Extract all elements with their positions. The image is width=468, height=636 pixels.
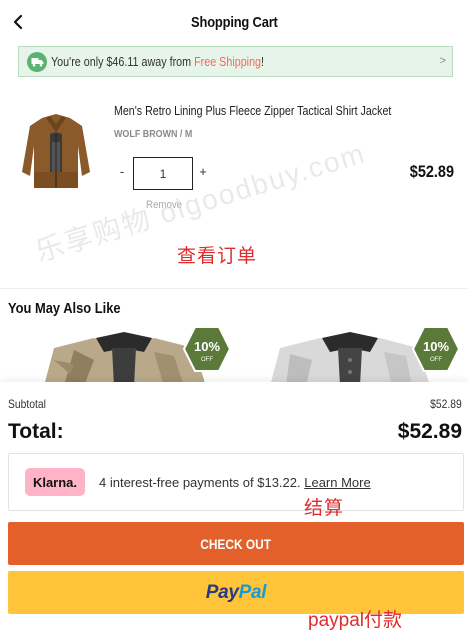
discount-badge: 10% OFF: [411, 326, 461, 372]
shipping-message-suffix: !: [261, 54, 265, 69]
checkout-button[interactable]: CHECK OUT: [8, 522, 464, 565]
paypal-logo-pay: Pay: [205, 581, 239, 603]
chevron-right-icon: >: [439, 55, 446, 67]
klarna-logo: Klarna.: [25, 468, 85, 496]
discount-badge-off: OFF: [430, 357, 442, 363]
recommendations-title: You May Also Like: [8, 300, 121, 317]
total-value: $52.89: [397, 420, 462, 443]
total-label: Total:: [8, 420, 64, 443]
subtotal-label: Subtotal: [8, 397, 46, 411]
product-image[interactable]: [20, 112, 92, 192]
discount-badge-off: OFF: [201, 357, 213, 363]
discount-badge-percent: 10%: [194, 339, 220, 354]
divider: [0, 288, 468, 289]
quantity-increase-button[interactable]: +: [196, 164, 210, 182]
truck-icon: [27, 51, 47, 72]
paypal-logo: PayPal: [206, 582, 267, 604]
paypal-logo-pal: Pal: [238, 581, 267, 603]
paypal-annotation: paypal付款: [308, 610, 402, 631]
klarna-installments-box: Klarna. 4 interest-free payments of $13.…: [8, 453, 464, 511]
checkout-annotation: 结算: [304, 498, 345, 519]
item-price: $52.89: [409, 162, 454, 181]
product-variant: WOLF BROWN / M: [114, 128, 193, 140]
checkout-button-label: CHECK OUT: [200, 535, 272, 552]
remove-item-link[interactable]: Remove: [146, 199, 182, 211]
chevron-left-icon: [13, 14, 23, 30]
header: Shopping Cart: [0, 0, 468, 44]
quantity-decrease-button[interactable]: -: [115, 164, 129, 182]
shipping-message-prefix: You're only $46.11 away from: [51, 54, 195, 69]
quantity-input[interactable]: 1: [133, 157, 193, 190]
back-button[interactable]: [6, 10, 30, 34]
view-order-annotation: 查看订单: [177, 246, 258, 267]
page-title: Shopping Cart: [190, 13, 278, 31]
shipping-message: You're only $46.11 away from Free Shippi…: [51, 55, 264, 69]
klarna-message-text: 4 interest-free payments of $13.22.: [99, 475, 305, 490]
discount-badge-percent: 10%: [423, 339, 449, 354]
free-shipping-link[interactable]: Free Shipping: [194, 55, 261, 69]
product-name[interactable]: Men's Retro Lining Plus Fleece Zipper Ta…: [114, 103, 391, 118]
subtotal-value: $52.89: [430, 397, 462, 411]
klarna-message: 4 interest-free payments of $13.22. Lear…: [99, 475, 371, 490]
free-shipping-banner[interactable]: You're only $46.11 away from Free Shippi…: [18, 46, 453, 77]
learn-more-link[interactable]: Learn More: [304, 475, 370, 490]
discount-badge: 10% OFF: [182, 326, 232, 372]
